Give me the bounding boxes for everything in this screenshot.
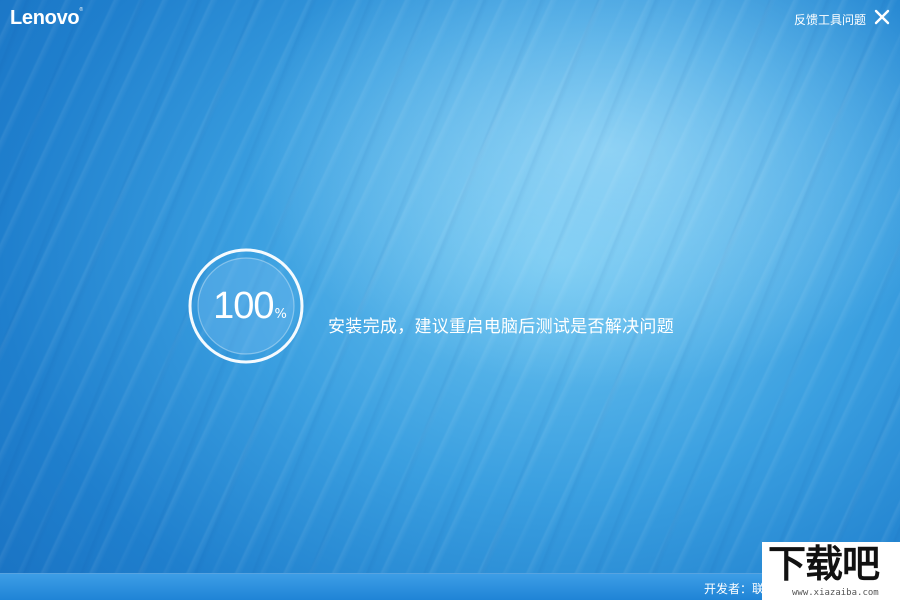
progress-value: 100 (213, 284, 274, 327)
developer-label: 开发者：联 (704, 582, 765, 596)
logo-text: Lenovo (10, 7, 80, 29)
status-message: 安装完成，建议重启电脑后测试是否解决问题 (328, 317, 674, 337)
watermark-url: www.xiazaiba.com (792, 588, 879, 598)
feedback-link[interactable]: 反馈工具问题 (794, 11, 866, 28)
lenovo-logo: Lenovo® (10, 7, 83, 30)
watermark-main-text: 下载吧 (768, 542, 880, 586)
close-button[interactable] (873, 8, 891, 26)
background-streaks (0, 0, 900, 600)
progress-unit: % (274, 306, 287, 322)
progress-readout: 100% (187, 247, 305, 365)
background-streaks-dark (0, 0, 900, 600)
registered-mark: ® (79, 7, 83, 13)
close-icon (874, 9, 890, 25)
installer-window: Lenovo® 反馈工具问题 100% 安装完成，建议重启电脑后测试是否解决问题… (0, 0, 900, 600)
watermark-logo: 下载吧 www.xiazaiba.com (762, 542, 900, 600)
